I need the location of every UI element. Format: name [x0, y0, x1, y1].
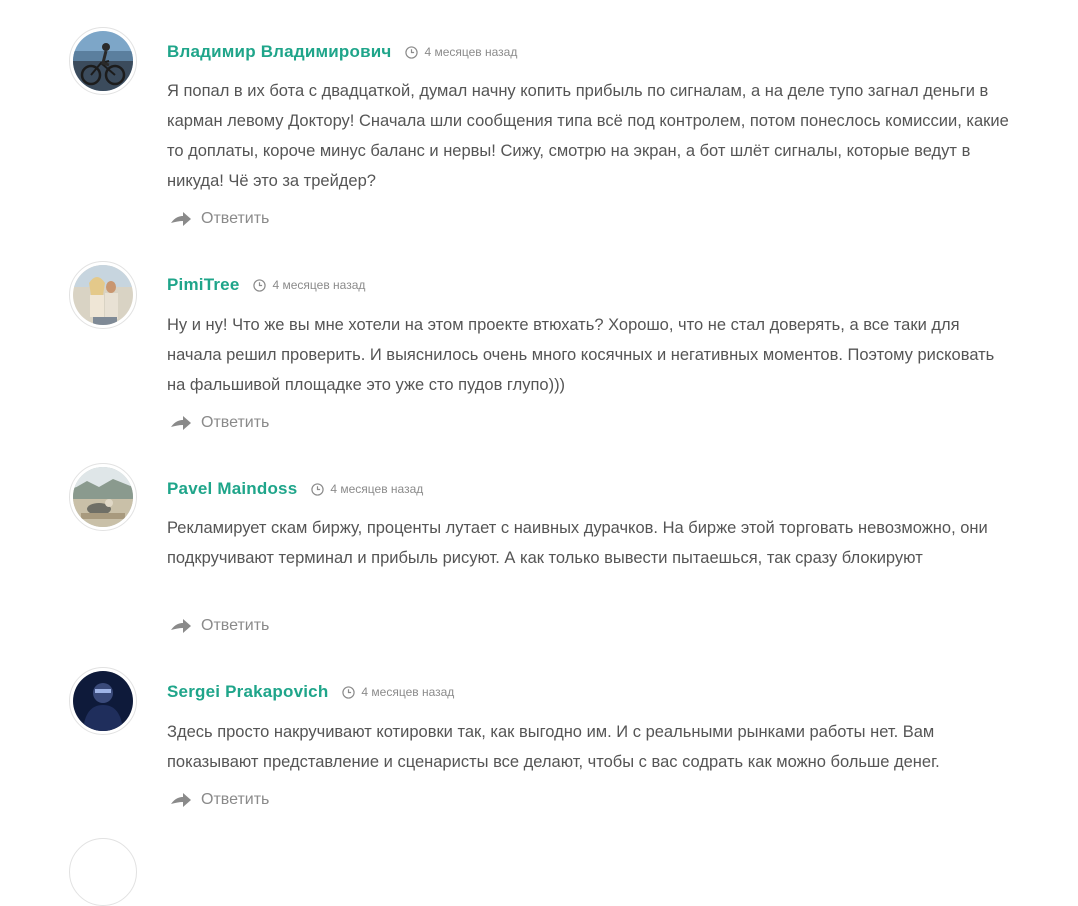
- comment-date[interactable]: 4 месяцев назад: [272, 278, 365, 292]
- avatar-photo-cyclist: [73, 31, 133, 91]
- avatar-photo-landscape: [73, 467, 133, 527]
- avatar[interactable]: [69, 463, 137, 531]
- avatar-photo-portrait: [73, 671, 133, 731]
- reply-label: Ответить: [201, 791, 270, 808]
- clock-icon: [311, 482, 325, 496]
- author-name[interactable]: Pavel Maindoss: [167, 479, 297, 499]
- next-comment-avatar[interactable]: [69, 838, 137, 906]
- clock-icon: [342, 685, 356, 699]
- avatar[interactable]: [69, 261, 137, 329]
- comment-meta: Pavel Maindoss 4 месяцев назад: [167, 477, 423, 501]
- reply-button[interactable]: Ответить: [170, 208, 269, 230]
- comment-text: Ну и ну! Что же вы мне хотели на этом пр…: [167, 316, 995, 394]
- clock-icon: [253, 278, 267, 292]
- comment-text: Здесь просто накручивают котировки так, …: [167, 723, 940, 771]
- avatar[interactable]: [69, 27, 137, 95]
- avatar[interactable]: [69, 667, 137, 735]
- clock-icon: [405, 45, 419, 59]
- reply-button[interactable]: Ответить: [170, 615, 269, 637]
- author-name[interactable]: Владимир Владимирович: [167, 42, 391, 62]
- author-name[interactable]: Sergei Prakapovich: [167, 682, 328, 702]
- reply-button[interactable]: Ответить: [170, 412, 269, 434]
- reply-button[interactable]: Ответить: [170, 789, 269, 811]
- author-name[interactable]: PimiTree: [167, 275, 239, 295]
- reply-arrow-icon: [171, 793, 191, 807]
- comment-meta: Sergei Prakapovich 4 месяцев назад: [167, 680, 454, 704]
- reply-arrow-icon: [171, 619, 191, 633]
- comment-date[interactable]: 4 месяцев назад: [330, 482, 423, 496]
- comment-date[interactable]: 4 месяцев назад: [361, 685, 454, 699]
- reply-label: Ответить: [201, 210, 270, 227]
- comment-date[interactable]: 4 месяцев назад: [424, 45, 517, 59]
- reply-label: Ответить: [201, 617, 270, 634]
- reply-arrow-icon: [171, 416, 191, 430]
- avatar-photo-couple: [73, 265, 133, 325]
- reply-label: Ответить: [201, 414, 270, 431]
- comment-meta: PimiTree 4 месяцев назад: [167, 273, 365, 297]
- comment-text: Я попал в их бота с двадцаткой, думал на…: [167, 82, 1009, 190]
- comment-meta: Владимир Владимирович 4 месяцев назад: [167, 40, 517, 64]
- reply-arrow-icon: [171, 212, 191, 226]
- comment-text: Рекламирует скам биржу, проценты лутает …: [167, 519, 988, 567]
